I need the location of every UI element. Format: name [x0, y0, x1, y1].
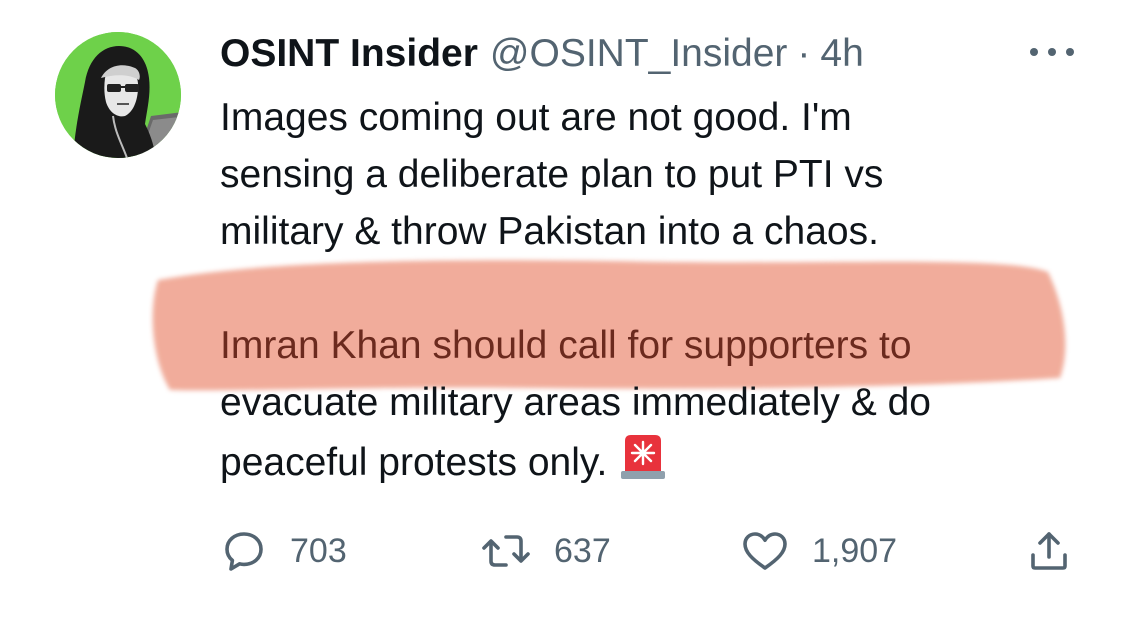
- share-button[interactable]: [1025, 524, 1073, 578]
- reply-count: 703: [290, 531, 347, 570]
- tweet-header: OSINT Insider @OSINT_Insider · 4h: [220, 30, 864, 78]
- share-upload-icon: [1031, 532, 1067, 570]
- body-line: military & throw Pakistan into a chaos.: [220, 210, 879, 253]
- tweet-body: Images coming out are not good. I'm sens…: [220, 89, 1060, 491]
- header-separator: ·: [797, 32, 811, 75]
- body-line-text: peaceful protests only.: [220, 441, 608, 484]
- more-dot: [1030, 48, 1038, 56]
- more-dot: [1048, 48, 1056, 56]
- hooded-figure-avatar-icon: [55, 32, 181, 158]
- reply-bubble-icon: [225, 532, 263, 571]
- author-avatar[interactable]: [55, 32, 181, 158]
- body-line: Images coming out are not good. I'm: [220, 96, 852, 139]
- more-options-button[interactable]: [1030, 42, 1074, 62]
- tweet-timestamp[interactable]: 4h: [820, 30, 863, 78]
- retweet-icon: [482, 535, 530, 567]
- police-light-emoji-icon: [621, 435, 666, 479]
- reply-button[interactable]: 703: [220, 524, 347, 578]
- author-display-name[interactable]: OSINT Insider: [220, 30, 478, 78]
- author-handle[interactable]: @OSINT_Insider: [490, 30, 788, 78]
- highlighted-body-line: Imran Khan should call for supporters to: [220, 324, 912, 367]
- body-line: evacuate military areas immediately & do: [220, 381, 931, 424]
- retweet-count: 637: [554, 531, 611, 570]
- heart-icon: [743, 532, 787, 570]
- tweet-actions: 703 637 1,907: [0, 524, 1125, 578]
- like-button[interactable]: 1,907: [740, 524, 897, 578]
- retweet-button[interactable]: 637: [480, 524, 611, 578]
- body-line: peaceful protests only.: [220, 431, 1060, 491]
- tweet-card[interactable]: OSINT Insider @OSINT_Insider · 4h Images…: [0, 0, 1125, 633]
- more-dot: [1066, 48, 1074, 56]
- body-line: sensing a deliberate plan to put PTI vs: [220, 153, 884, 196]
- like-count: 1,907: [812, 531, 898, 570]
